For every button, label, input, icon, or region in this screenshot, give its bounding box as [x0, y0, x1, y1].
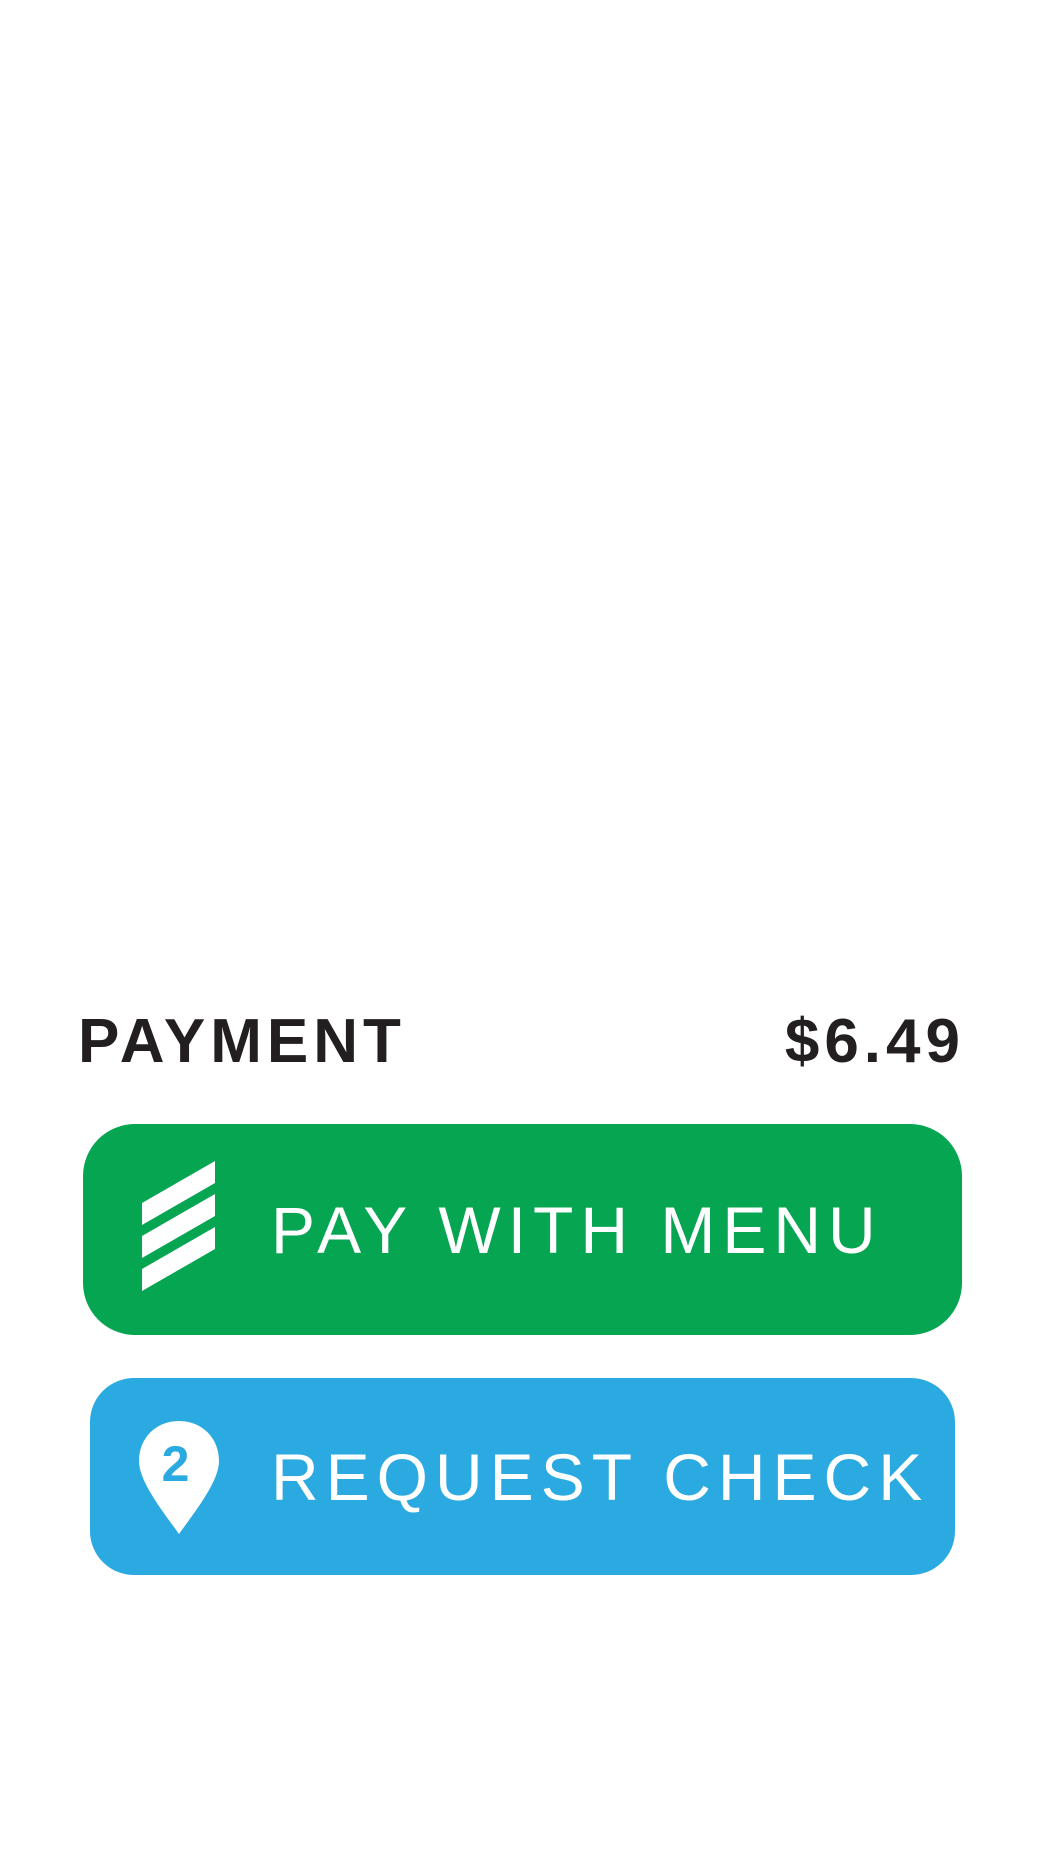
pay-with-menu-label: PAY WITH MENU	[271, 1192, 883, 1267]
payment-label: PAYMENT	[78, 1007, 406, 1076]
pin-badge-number: 2	[162, 1436, 197, 1492]
request-check-button[interactable]: 2 REQUEST CHECK	[90, 1378, 955, 1575]
request-check-label: REQUEST CHECK	[271, 1439, 930, 1514]
payment-summary: PAYMENT $6.49	[78, 1005, 965, 1079]
menu-stripes-icon	[142, 1161, 215, 1291]
location-pin-2-icon: 2	[139, 1421, 219, 1534]
payment-amount: $6.49	[784, 1007, 965, 1076]
pay-with-menu-button[interactable]: PAY WITH MENU	[83, 1124, 962, 1335]
